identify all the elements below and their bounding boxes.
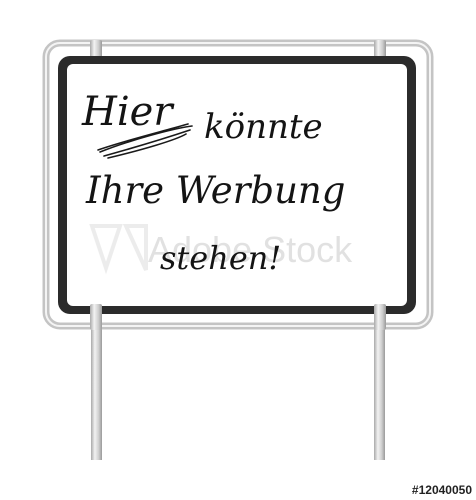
sign-line-stehen: stehen! [160,239,282,277]
right-bottom-clamp [374,304,386,330]
left-bottom-clamp [90,304,102,330]
sign-line-ihre-werbung: Ihre Werbung [86,169,346,212]
sign-line-koennte: könnte [204,107,323,147]
sign-line-hier: Hier [82,89,173,135]
right-leg [374,318,385,460]
stock-image-id: #12040050 [411,483,472,497]
left-leg [91,318,102,460]
